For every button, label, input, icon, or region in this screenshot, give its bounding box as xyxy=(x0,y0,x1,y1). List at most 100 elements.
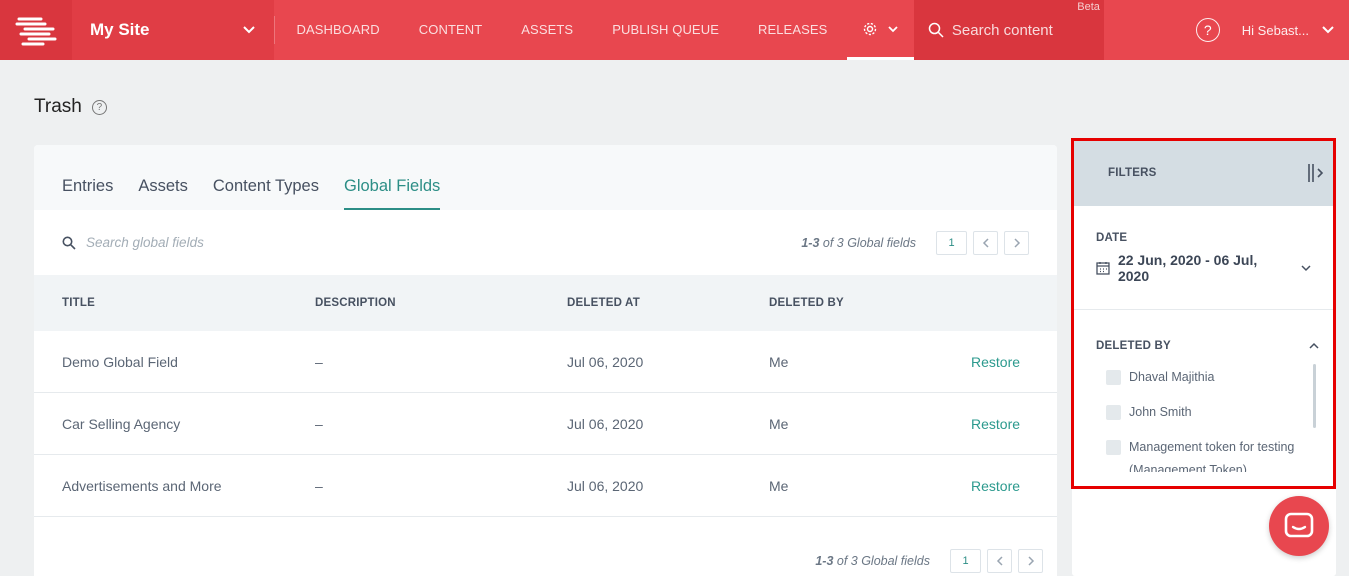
collapse-panel-icon[interactable] xyxy=(1306,162,1326,184)
column-deleted-by: DELETED BY xyxy=(769,297,844,309)
row-description: – xyxy=(315,353,323,370)
table-header: TITLE DESCRIPTION DELETED AT DELETED BY xyxy=(34,275,1057,331)
tab-assets[interactable]: Assets xyxy=(138,177,188,210)
user-menu[interactable]: Hi Sebast... xyxy=(1242,23,1309,38)
nav-content[interactable]: CONTENT xyxy=(399,0,502,60)
row-description: – xyxy=(315,415,323,432)
search-icon xyxy=(928,22,944,38)
row-title: Demo Global Field xyxy=(62,353,178,370)
app-logo[interactable] xyxy=(0,0,72,60)
pagination-range: 1-3 xyxy=(815,554,834,568)
gear-icon xyxy=(864,22,877,35)
tab-bar: Entries Assets Content Types Global Fiel… xyxy=(34,145,1057,210)
pagination-total: of 3 Global fields xyxy=(819,235,916,250)
toolbar: Search global fields 1-3 of 3 Global fie… xyxy=(34,210,1057,275)
search-input[interactable]: Search global fields xyxy=(86,235,204,250)
table-row: Demo Global Field – Jul 06, 2020 Me Rest… xyxy=(34,331,1057,393)
settings-menu[interactable] xyxy=(846,0,914,60)
restore-button[interactable]: Restore xyxy=(971,416,1020,432)
filter-option-label: John Smith xyxy=(1129,405,1192,419)
nav-publish-queue[interactable]: PUBLISH QUEUE xyxy=(593,0,739,60)
checkbox[interactable] xyxy=(1106,405,1121,420)
column-deleted-at: DELETED AT xyxy=(567,297,640,309)
deleted-by-header[interactable]: DELETED BY xyxy=(1072,310,1336,352)
page-number[interactable]: 1 xyxy=(936,230,967,255)
chevron-down-icon xyxy=(888,25,899,32)
prev-page-button[interactable] xyxy=(973,230,998,255)
row-deleted-by: Me xyxy=(769,353,789,370)
list-scrollbar[interactable] xyxy=(1313,364,1316,428)
row-deleted-at: Jul 06, 2020 xyxy=(567,353,644,370)
chevron-down-icon xyxy=(1322,26,1334,34)
row-description: – xyxy=(315,477,323,494)
chevron-down-icon xyxy=(243,26,255,34)
filter-option-user[interactable]: Dhaval Majithia xyxy=(1106,366,1336,389)
checkbox[interactable] xyxy=(1106,440,1121,455)
table-row: Advertisements and More – Jul 06, 2020 M… xyxy=(34,455,1057,517)
page-title-text: Trash xyxy=(34,96,82,117)
pagination-summary: 1-3 of 3 Global fields xyxy=(801,236,916,250)
pagination-total: of 3 Global fields xyxy=(833,554,930,568)
tab-global-fields[interactable]: Global Fields xyxy=(344,177,441,210)
row-deleted-at: Jul 06, 2020 xyxy=(567,477,644,494)
chevron-right-icon xyxy=(1027,556,1034,566)
column-description: DESCRIPTION xyxy=(315,297,396,309)
page-title: Trash ? xyxy=(34,96,107,118)
deleted-by-label: DELETED BY xyxy=(1096,340,1171,352)
nav-right: ? Hi Sebast... xyxy=(1195,0,1349,60)
pagination-top: 1-3 of 3 Global fields 1 xyxy=(801,230,1029,255)
trash-card: Entries Assets Content Types Global Fiel… xyxy=(34,145,1057,576)
deleted-by-list: Dhaval Majithia John Smith Management to… xyxy=(1072,352,1336,472)
filter-option-user[interactable]: Management token for testing (Management… xyxy=(1106,436,1336,472)
date-range-value: 22 Jun, 2020 - 06 Jul, 2020 xyxy=(1117,252,1258,284)
page-number[interactable]: 1 xyxy=(950,549,981,573)
row-deleted-at: Jul 06, 2020 xyxy=(567,415,644,432)
chevron-left-icon xyxy=(996,556,1003,566)
next-page-button[interactable] xyxy=(1018,549,1043,573)
top-nav: My Site DASHBOARD CONTENT ASSETS PUBLISH… xyxy=(0,0,1349,60)
row-deleted-by: Me xyxy=(769,415,789,432)
filters-title: FILTERS xyxy=(1108,167,1157,179)
table-row: Car Selling Agency – Jul 06, 2020 Me Res… xyxy=(34,393,1057,455)
date-label: DATE xyxy=(1096,232,1128,244)
column-title: TITLE xyxy=(62,297,95,309)
search-field[interactable]: Search global fields xyxy=(62,235,801,250)
row-title: Advertisements and More xyxy=(62,477,222,494)
nav-links: DASHBOARD CONTENT ASSETS PUBLISH QUEUE R… xyxy=(275,0,847,60)
chevron-right-icon xyxy=(1013,237,1020,248)
tab-content-types[interactable]: Content Types xyxy=(213,177,319,210)
chevron-up-icon xyxy=(1309,342,1319,349)
search-icon xyxy=(62,236,76,250)
chevron-left-icon xyxy=(982,237,989,248)
tab-entries[interactable]: Entries xyxy=(62,177,113,210)
restore-button[interactable]: Restore xyxy=(971,354,1020,370)
filter-option-user[interactable]: John Smith xyxy=(1106,401,1336,424)
row-title: Car Selling Agency xyxy=(62,415,181,432)
row-deleted-by: Me xyxy=(769,477,789,494)
pagination-range: 1-3 xyxy=(801,235,820,250)
nav-releases[interactable]: RELEASES xyxy=(738,0,846,60)
logo-icon xyxy=(15,17,57,46)
chevron-down-icon xyxy=(1301,265,1311,272)
chat-launcher-button[interactable] xyxy=(1269,496,1329,556)
global-search[interactable]: Search content Beta xyxy=(913,0,1104,60)
nav-assets[interactable]: ASSETS xyxy=(502,0,593,60)
site-selector[interactable]: My Site xyxy=(72,0,274,60)
filters-header: FILTERS xyxy=(1072,140,1336,206)
prev-page-button[interactable] xyxy=(987,549,1012,573)
pagination-summary: 1-3 of 3 Global fields xyxy=(815,554,930,568)
filter-option-label: Dhaval Majithia xyxy=(1129,370,1215,384)
search-input[interactable]: Search content xyxy=(952,22,1053,39)
calendar-icon xyxy=(1096,262,1110,275)
help-icon[interactable]: ? xyxy=(1195,18,1220,42)
site-name: My Site xyxy=(90,20,150,39)
chat-icon xyxy=(1284,512,1314,538)
help-icon[interactable]: ? xyxy=(91,99,107,115)
checkbox[interactable] xyxy=(1106,370,1121,385)
beta-badge: Beta xyxy=(1077,1,1100,13)
pagination-bottom: 1-3 of 3 Global fields 1 xyxy=(815,549,1043,573)
nav-dashboard[interactable]: DASHBOARD xyxy=(277,0,399,60)
restore-button[interactable]: Restore xyxy=(971,478,1020,494)
date-range-picker[interactable]: 22 Jun, 2020 - 06 Jul, 2020 xyxy=(1096,252,1312,284)
next-page-button[interactable] xyxy=(1004,230,1029,255)
